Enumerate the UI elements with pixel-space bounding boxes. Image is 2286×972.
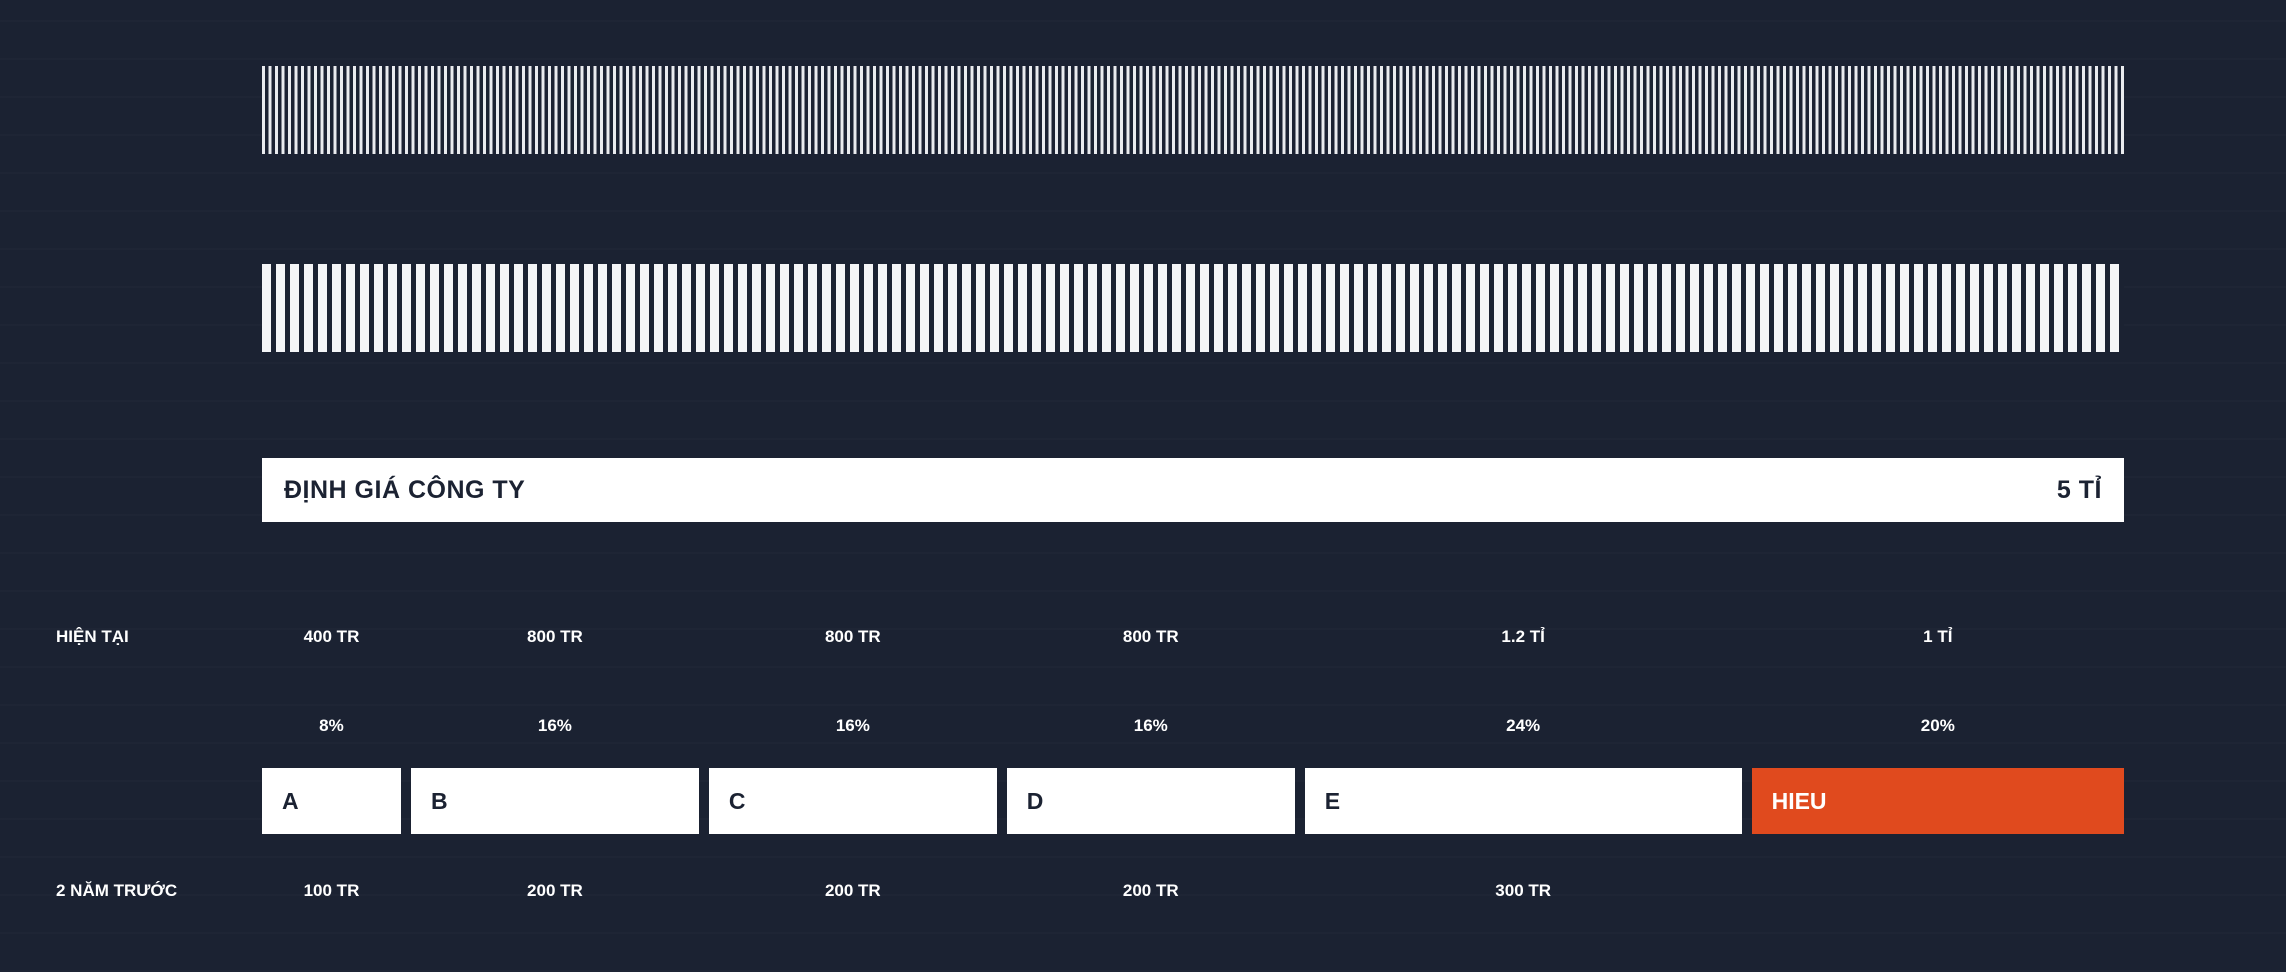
valuation-label: ĐỊNH GIÁ CÔNG TY bbox=[284, 475, 526, 504]
segment-a: A bbox=[262, 768, 401, 834]
past-value-b: 200 TR bbox=[527, 881, 583, 900]
segment-d: D bbox=[1006, 768, 1295, 834]
current-row-label: HIỆN TẠI bbox=[56, 627, 129, 646]
past-value-a: 100 TR bbox=[303, 881, 360, 900]
current-value-a: 400 TR bbox=[303, 627, 360, 646]
past-row-label: 2 NĂM TRƯỚC bbox=[56, 881, 178, 900]
current-value-e: 1.2 TỈ bbox=[1501, 627, 1545, 646]
share-percent-c: 16% bbox=[835, 716, 870, 735]
current-value-b: 800 TR bbox=[527, 627, 583, 646]
current-value-hieu: 1 TỈ bbox=[1923, 627, 1953, 646]
current-value-d: 800 TR bbox=[1122, 627, 1179, 646]
past-value-d: 200 TR bbox=[1122, 881, 1179, 900]
company-valuation-bar: ĐỊNH GIÁ CÔNG TY 5 TỈ bbox=[262, 458, 2124, 522]
share-percent-b: 16% bbox=[537, 716, 572, 735]
valuation-value: 5 TỈ bbox=[2056, 475, 2102, 504]
fine-striped-bar bbox=[262, 66, 2124, 154]
coarse-striped-bar bbox=[262, 264, 2124, 352]
segment-b: B bbox=[410, 768, 699, 834]
share-percent-e: 24% bbox=[1506, 716, 1541, 735]
segment-e: E bbox=[1304, 768, 1742, 834]
segment-c: C bbox=[708, 768, 997, 834]
past-value-c: 200 TR bbox=[824, 881, 881, 900]
share-percent-a: 8% bbox=[319, 716, 344, 735]
segment-hieu: HIEU bbox=[1751, 768, 2124, 834]
share-percent-hieu: 20% bbox=[1920, 716, 1955, 735]
current-value-c: 800 TR bbox=[824, 627, 881, 646]
past-value-e: 300 TR bbox=[1495, 881, 1552, 900]
share-percent-d: 16% bbox=[1133, 716, 1168, 735]
